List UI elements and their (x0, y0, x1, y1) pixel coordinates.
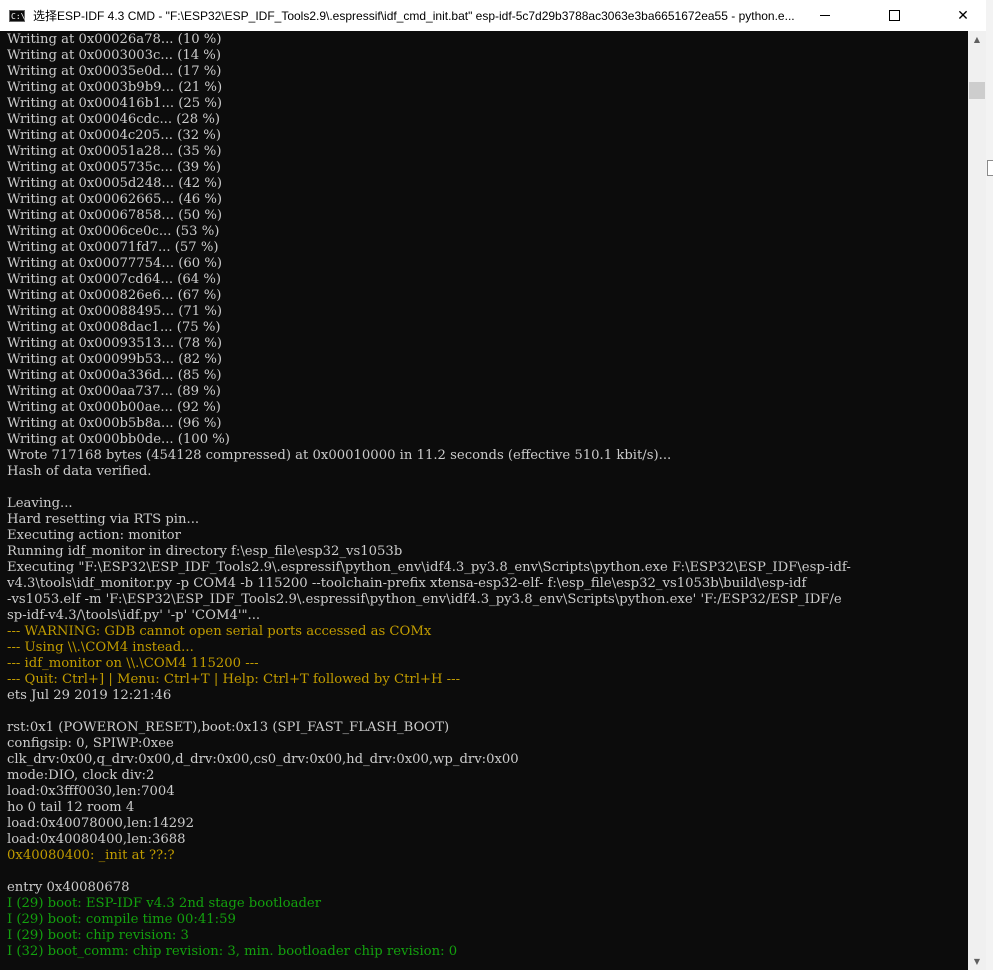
console-line: rst:0x1 (POWERON_RESET),boot:0x13 (SPI_F… (7, 720, 450, 735)
console-icon[interactable]: C:\ (9, 9, 25, 22)
console-line: I (32) boot_comm: chip revision: 3, min.… (7, 944, 458, 959)
console-line: Writing at 0x000bb0de... (100 %) (7, 432, 230, 447)
console-line: Writing at 0x00071fd7... (57 %) (7, 240, 219, 255)
console-window: C:\ 选择ESP-IDF 4.3 CMD - "F:\ESP32\ESP_ID… (0, 0, 987, 970)
console-line: Writing at 0x00099b53... (82 %) (7, 352, 223, 367)
maximize-icon (888, 10, 900, 21)
console-line: Writing at 0x00046cdc... (28 %) (7, 112, 221, 127)
title-bar[interactable]: C:\ 选择ESP-IDF 4.3 CMD - "F:\ESP32\ESP_ID… (0, 0, 986, 31)
console-line: Writing at 0x000aa737... (89 %) (7, 384, 221, 399)
console-line: -vs1053.elf -m 'F:\ESP32\ESP_IDF_Tools2.… (7, 592, 842, 607)
console-line: v4.3\tools\idf_monitor.py -p COM4 -b 115… (7, 576, 807, 591)
console-line: I (29) boot: compile time 00:41:59 (7, 912, 236, 927)
background-window-edge (986, 0, 993, 970)
console-line: Writing at 0x000416b1... (25 %) (7, 96, 223, 111)
console-line: Writing at 0x0007cd64... (64 %) (7, 272, 222, 287)
console-line: clk_drv:0x00,q_drv:0x00,d_drv:0x00,cs0_d… (7, 752, 519, 767)
console-line: mode:DIO, clock div:2 (7, 768, 155, 783)
console-line: Writing at 0x000b5b8a... (96 %) (7, 416, 222, 431)
console-line: Writing at 0x00051a28... (35 %) (7, 144, 222, 159)
console-line: Writing at 0x00026a78... (10 %) (7, 32, 222, 47)
console-line: sp-idf-v4.3/\tools\idf.py' '-p' 'COM4'".… (7, 608, 261, 623)
console-line: --- Using \\.\COM4 instead... (7, 640, 194, 655)
console-line: --- Quit: Ctrl+] | Menu: Ctrl+T | Help: … (7, 672, 461, 687)
console-line: Writing at 0x000a336d... (85 %) (7, 368, 222, 383)
console-line: Executing action: monitor (7, 528, 181, 543)
window-title: 选择ESP-IDF 4.3 CMD - "F:\ESP32\ESP_IDF_To… (33, 9, 795, 23)
console-line: I (29) boot: chip revision: 3 (7, 928, 189, 943)
console-line: ets Jul 29 2019 12:21:46 (7, 688, 172, 703)
console-line: I (29) boot: ESP-IDF v4.3 2nd stage boot… (7, 896, 322, 911)
console-line: Writing at 0x0005735c... (39 %) (7, 160, 221, 175)
close-button[interactable]: ✕ (940, 0, 986, 31)
scrollbar-thumb[interactable] (969, 82, 985, 99)
close-icon: ✕ (957, 7, 969, 24)
console-line: Writing at 0x0008dac1... (75 %) (7, 320, 221, 335)
console-line: ho 0 tail 12 room 4 (7, 800, 135, 815)
console-line: Writing at 0x0003b9b9... (21 %) (7, 80, 223, 95)
scroll-down-button[interactable]: ▼ (968, 953, 986, 970)
console-line: Executing "F:\ESP32\ESP_IDF_Tools2.9\.es… (7, 560, 851, 575)
console-line: Writing at 0x00093513... (78 %) (7, 336, 222, 351)
arrow-up-icon: ▲ (973, 35, 981, 44)
vertical-scrollbar[interactable]: ▲ ▼ (968, 31, 986, 970)
console-line: Running idf_monitor in directory f:\esp_… (7, 544, 403, 559)
console-lines: Writing at 0x00026a78... (10 %) Writing a… (7, 32, 851, 960)
console-line: entry 0x40080678 (7, 880, 130, 895)
console-line: 0x40080400: _init at ??:? (7, 848, 175, 863)
console-line: Writing at 0x00035e0d... (17 %) (7, 64, 222, 79)
minimize-icon (820, 15, 830, 16)
console-line: Writing at 0x0005d248... (42 %) (7, 176, 223, 191)
console-line: Writing at 0x00062665... (46 %) (7, 192, 222, 207)
console-line: Writing at 0x00088495... (71 %) (7, 304, 222, 319)
console-line: Writing at 0x00077754... (60 %) (7, 256, 222, 271)
console-line: Wrote 717168 bytes (454128 compressed) a… (7, 448, 672, 463)
console-line: Writing at 0x0003003c... (14 %) (7, 48, 221, 63)
console-line: Leaving... (7, 496, 73, 511)
console-line: Writing at 0x0006ce0c... (53 %) (7, 224, 220, 239)
minimize-button[interactable] (802, 0, 848, 31)
background-window-fragment (987, 160, 993, 176)
console-line: Writing at 0x00067858... (50 %) (7, 208, 222, 223)
console-line: Writing at 0x000826e6... (67 %) (7, 288, 222, 303)
console-line: load:0x40080400,len:3688 (7, 832, 186, 847)
console-line: Hard resetting via RTS pin... (7, 512, 200, 527)
maximize-button[interactable] (871, 0, 917, 31)
arrow-down-icon: ▼ (973, 957, 981, 966)
console-line: Hash of data verified. (7, 464, 152, 479)
console-line: --- idf_monitor on \\.\COM4 115200 --- (7, 656, 259, 671)
console-line: configsip: 0, SPIWP:0xee (7, 736, 174, 751)
scroll-up-button[interactable]: ▲ (968, 31, 986, 48)
console-line: --- WARNING: GDB cannot open serial port… (7, 624, 432, 639)
console-line: load:0x40078000,len:14292 (7, 816, 194, 831)
console-output[interactable]: Writing at 0x00026a78... (10 %) Writing a… (0, 31, 968, 970)
console-line: Writing at 0x0004c205... (32 %) (7, 128, 221, 143)
console-line: load:0x3fff0030,len:7004 (7, 784, 175, 799)
console-line: Writing at 0x000b00ae... (92 %) (7, 400, 221, 415)
